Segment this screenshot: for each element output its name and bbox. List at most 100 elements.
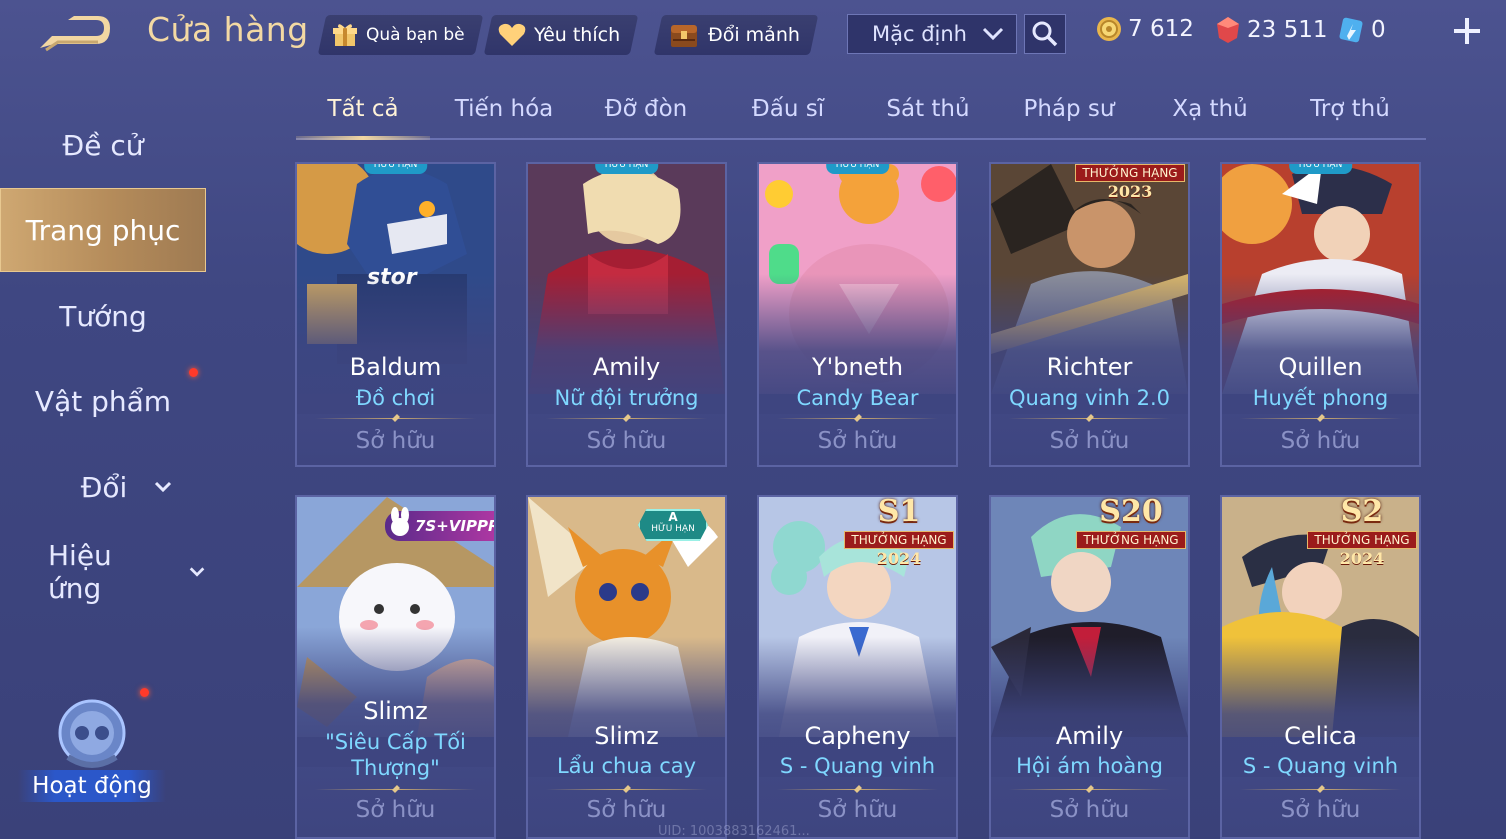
rank-emblem: S1 THƯỞNG HẠNG 2024	[844, 497, 954, 568]
tab-all[interactable]: Tất cả	[296, 80, 430, 140]
favorites-label: Yêu thích	[534, 24, 621, 46]
rank-label: THƯỞNG HẠNG	[844, 531, 954, 549]
skin-card-amily-dark[interactable]: S20 THƯỞNG HẠNG Amily Hội ám hoàng Sở hữ…	[989, 495, 1190, 839]
hero-name: Amily	[1055, 722, 1124, 750]
rank-label: THƯỞNG HẠNG	[1076, 531, 1186, 549]
tier-badge: A HỮU HẠN	[638, 509, 708, 541]
limited-badge: HỮU HẠN	[594, 164, 659, 174]
skin-card-ybneth[interactable]: HỮU HẠN Y'bneth Candy Bear Sở hữu	[757, 162, 958, 467]
skin-name: Nữ đội trưởng	[554, 386, 699, 410]
exchange-shards-button[interactable]: Đổi mảnh	[653, 15, 819, 55]
category-tabs: Tất cả Tiến hóa Đỡ đòn Đấu sĩ Sát thủ Ph…	[296, 80, 1426, 140]
owned-status: Sở hữu	[1049, 797, 1130, 823]
friend-gift-label: Quà bạn bè	[366, 25, 465, 45]
skin-card-celica[interactable]: S2 THƯỞNG HẠNG 2024 Celica S - Quang vin…	[1220, 495, 1421, 839]
sidebar-item-items[interactable]: Vật phẩm	[0, 359, 206, 443]
skin-card-quillen[interactable]: HỮU HẠN Quillen Huyết phong Sở hữu	[1220, 162, 1421, 467]
sidebar-item-skins[interactable]: Trang phục	[0, 188, 206, 272]
ruby-balance: 23 511	[1215, 16, 1327, 44]
chevron-down-icon	[982, 27, 1004, 41]
rank-emblem: S20 THƯỞNG HẠNG	[1076, 497, 1186, 559]
rank-label: THƯỞNG HẠNG	[1307, 531, 1417, 549]
skin-name: Lẩu chua cay	[556, 754, 697, 778]
sidebar-item-heroes[interactable]: Tướng	[0, 274, 206, 358]
back-icon[interactable]	[38, 14, 112, 52]
divider-gem	[622, 414, 631, 422]
skin-name: Đồ chơi	[355, 386, 436, 410]
divider-gem	[1316, 414, 1325, 422]
add-currency-icon[interactable]	[1450, 14, 1484, 48]
friend-gift-button[interactable]: Quà bạn bè	[317, 15, 483, 55]
hero-name: Baldum	[349, 353, 442, 381]
voucher-balance: 0	[1337, 16, 1386, 44]
skin-name: Candy Bear	[796, 386, 919, 410]
skin-name: S - Quang vinh	[1242, 754, 1399, 778]
sidebar-item-label: Trang phục	[25, 213, 181, 247]
tab-support[interactable]: Trợ thủ	[1282, 80, 1418, 138]
gold-coin-icon	[1097, 17, 1121, 41]
skin-card-capheny[interactable]: S1 THƯỞNG HẠNG 2024 Capheny S - Quang vi…	[757, 495, 958, 839]
rank-year: 2024	[1339, 549, 1385, 568]
hero-name: Amily	[592, 353, 661, 381]
tab-evolution[interactable]: Tiến hóa	[436, 80, 572, 138]
sidebar-item-effects[interactable]: Hiệu ứng	[0, 530, 206, 614]
skin-card-baldum[interactable]: stor HỮU HẠN Baldum Đồ chơi Sở hữu	[295, 162, 496, 467]
tier-label: HỮU HẠN	[651, 524, 695, 534]
limited-badge: HỮU HẠN	[1288, 164, 1353, 174]
owned-status: Sở hữu	[586, 797, 667, 823]
hero-name: Slimz	[363, 697, 428, 725]
activity-button[interactable]: Hoạt động	[18, 693, 166, 808]
hero-name: Celica	[1284, 722, 1357, 750]
tab-fighter[interactable]: Đấu sĩ	[720, 80, 856, 138]
sidebar-item-label: Vật phẩm	[34, 384, 172, 418]
owned-status: Sở hữu	[1280, 797, 1361, 823]
sort-value: Mặc định	[872, 22, 967, 46]
skin-card-slimz-hotpot[interactable]: A HỮU HẠN Slimz Lẩu chua cay Sở hữu	[526, 495, 727, 839]
rank-year: 2024	[876, 549, 922, 568]
tier-letter: A	[668, 510, 678, 524]
skin-card-richter[interactable]: THƯỞNG HẠNG 2023 Richter Quang vinh 2.0 …	[989, 162, 1190, 467]
tab-mage[interactable]: Pháp sư	[1001, 80, 1137, 138]
tab-marksman[interactable]: Xạ thủ	[1142, 80, 1278, 138]
owned-status: Sở hữu	[817, 428, 898, 454]
divider-gem	[391, 414, 400, 422]
tab-assassin[interactable]: Sát thủ	[860, 80, 996, 138]
skin-name: S - Quang vinh	[779, 754, 936, 778]
hero-name: Slimz	[594, 722, 659, 750]
vip-tag-text: 7S+VIPPRO	[415, 517, 494, 535]
divider-gem	[391, 785, 400, 793]
favorites-button[interactable]: Yêu thích	[483, 15, 639, 55]
hero-name: Richter	[1046, 353, 1133, 381]
skin-name: Hội ám hoàng	[1016, 754, 1163, 778]
sidebar-item-label: Đổi	[80, 470, 128, 504]
divider-gem	[622, 785, 631, 793]
ruby-gem-icon	[1217, 17, 1239, 43]
tab-tank[interactable]: Đỡ đòn	[578, 80, 714, 138]
hero-name: Quillen	[1278, 353, 1363, 381]
rank-emblem: S2 THƯỞNG HẠNG 2024	[1307, 497, 1417, 568]
skin-card-amily[interactable]: HỮU HẠN Amily Nữ đội trưởng Sở hữu	[526, 162, 727, 467]
heart-icon	[498, 23, 526, 46]
rank-year: 2023	[1107, 182, 1153, 201]
sort-dropdown[interactable]: Mặc định	[847, 14, 1017, 54]
voucher-value: 0	[1371, 17, 1386, 43]
sidebar-item-recommended[interactable]: Đề cử	[0, 103, 206, 187]
limited-badge: HỮU HẠN	[363, 164, 428, 174]
sidebar-item-label: Hiệu ứng	[48, 539, 112, 605]
divider-gem	[1085, 785, 1094, 793]
skin-name: "Siêu Cấp Tối Thượng"	[325, 730, 466, 780]
sidebar-item-exchange[interactable]: Đổi	[0, 445, 206, 529]
rank-label: THƯỞNG HẠNG	[1075, 164, 1185, 182]
owned-status: Sở hữu	[355, 428, 436, 454]
search-button[interactable]	[1024, 14, 1066, 54]
hero-name: Y'bneth	[811, 353, 904, 381]
skin-name: Huyết phong	[1252, 386, 1389, 410]
page-title: Cửa hàng	[147, 10, 309, 49]
vip-tag: 7S+VIPPRO	[385, 507, 494, 541]
exchange-shards-label: Đổi mảnh	[708, 24, 800, 46]
voucher-icon	[1339, 17, 1363, 43]
skin-name: Quang vinh 2.0	[1009, 386, 1170, 410]
chevron-down-icon	[155, 481, 172, 493]
skin-card-slimz-vip[interactable]: 7S+VIPPRO Slimz "Siêu Cấp Tối Thượng" Sở…	[295, 495, 496, 839]
owned-status: Sở hữu	[586, 428, 667, 454]
